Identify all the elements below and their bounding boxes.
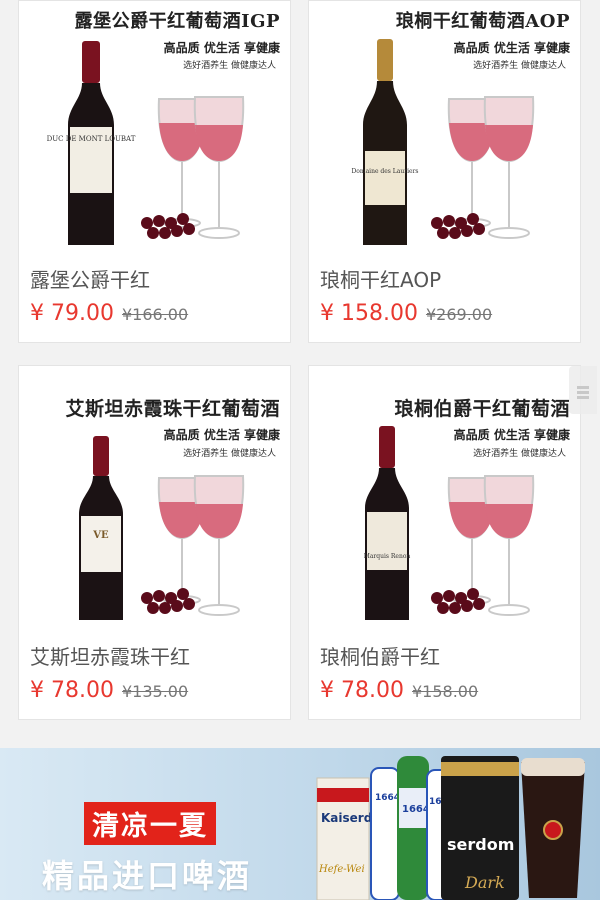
product-name[interactable]: 艾斯坦赤霞珠干红 — [30, 641, 190, 670]
beer-can-icon: serdom Dark — [441, 756, 519, 900]
wine-bottle-icon: Marquis Renon — [364, 426, 411, 620]
grapes-icon — [141, 213, 195, 239]
product-card[interactable]: 艾斯坦赤霞珠干红葡萄酒 高品质 优生活 享健康 选好酒养生 做健康达人 VE 艾… — [18, 365, 291, 720]
original-price: ¥166.00 — [121, 305, 189, 324]
price-row: ¥ 78.00 ¥135.00 — [30, 678, 188, 703]
original-price: ¥135.00 — [121, 682, 189, 701]
wine-glass-icon — [447, 96, 535, 239]
svg-text:Marquis Renon: Marquis Renon — [364, 553, 411, 560]
wine-scene: VE — [79, 436, 245, 620]
current-price: ¥ 79.00 — [30, 301, 114, 326]
svg-text:VE: VE — [92, 530, 109, 541]
grapes-icon — [431, 213, 485, 239]
promo-banner[interactable]: 清凉一夏 精品进口啤酒 Kaiserd Hefe-Wei 1664 BLANC … — [0, 748, 600, 900]
beer-cans-image: Kaiserd Hefe-Wei 1664 BLANC 1664 1664 BL… — [316, 756, 585, 900]
banner-headline: 精品进口啤酒 — [42, 857, 253, 895]
beer-glass-icon — [521, 758, 585, 898]
wine-scene: Marquis Renon — [364, 426, 535, 620]
svg-text:Dark: Dark — [464, 873, 505, 892]
original-price: ¥158.00 — [411, 682, 479, 701]
svg-text:Kaiserd: Kaiserd — [321, 811, 372, 825]
svg-text:1664: 1664 — [402, 804, 430, 815]
banner-kicker: 清凉一夏 — [84, 802, 216, 845]
wine-bottle-icon: DUC DE MONT LOUBAT — [47, 41, 136, 245]
svg-text:DUC DE MONT LOUBAT: DUC DE MONT LOUBAT — [47, 135, 136, 143]
wine-bottle-icon: VE — [79, 436, 123, 620]
beer-bottle-icon: 1664 — [397, 756, 430, 900]
wine-scene: DUC DE MONT LOUBAT — [47, 41, 245, 245]
product-image[interactable]: 琅桐伯爵干红葡萄酒 高品质 优生活 享健康 选好酒养生 做健康达人 Marqui… — [309, 366, 580, 634]
price-row: ¥ 79.00 ¥166.00 — [30, 301, 188, 326]
product-image[interactable]: 艾斯坦赤霞珠干红葡萄酒 高品质 优生活 享健康 选好酒养生 做健康达人 VE — [19, 366, 290, 634]
wine-scene: Domaine des Lauriers — [351, 39, 535, 245]
product-listing-page: 露堡公爵干红葡萄酒IGP 高品质 优生活 享健康 选好酒养生 做健康达人 DUC… — [0, 0, 600, 900]
original-price: ¥269.00 — [425, 305, 493, 324]
scroll-arrow-icon[interactable] — [569, 366, 597, 414]
product-name[interactable]: 琅桐伯爵干红 — [320, 641, 440, 670]
product-card[interactable]: 琅桐干红葡萄酒AOP 高品质 优生活 享健康 选好酒养生 做健康达人 Domai… — [308, 0, 581, 343]
product-name[interactable]: 露堡公爵干红 — [30, 264, 150, 293]
product-card[interactable]: 琅桐伯爵干红葡萄酒 高品质 优生活 享健康 选好酒养生 做健康达人 Marqui… — [308, 365, 581, 720]
wine-bottle-icon: Domaine des Lauriers — [351, 39, 419, 245]
product-image[interactable]: 露堡公爵干红葡萄酒IGP 高品质 优生活 享健康 选好酒养生 做健康达人 DUC… — [19, 1, 290, 258]
current-price: ¥ 78.00 — [320, 678, 404, 703]
product-image[interactable]: 琅桐干红葡萄酒AOP 高品质 优生活 享健康 选好酒养生 做健康达人 Domai… — [309, 1, 580, 258]
price-row: ¥ 158.00 ¥269.00 — [320, 301, 492, 326]
product-card[interactable]: 露堡公爵干红葡萄酒IGP 高品质 优生活 享健康 选好酒养生 做健康达人 DUC… — [18, 0, 291, 343]
current-price: ¥ 78.00 — [30, 678, 114, 703]
grapes-icon — [141, 588, 195, 614]
price-row: ¥ 78.00 ¥158.00 — [320, 678, 478, 703]
svg-text:Hefe-Wei: Hefe-Wei — [318, 864, 365, 875]
product-name[interactable]: 琅桐干红AOP — [320, 264, 441, 293]
current-price: ¥ 158.00 — [320, 301, 418, 326]
svg-text:Domaine des Lauriers: Domaine des Lauriers — [351, 168, 418, 175]
svg-text:serdom: serdom — [447, 835, 514, 854]
grapes-icon — [431, 588, 485, 614]
wine-glass-icon — [157, 96, 245, 239]
beer-can-icon: Kaiserd Hefe-Wei — [316, 777, 372, 900]
